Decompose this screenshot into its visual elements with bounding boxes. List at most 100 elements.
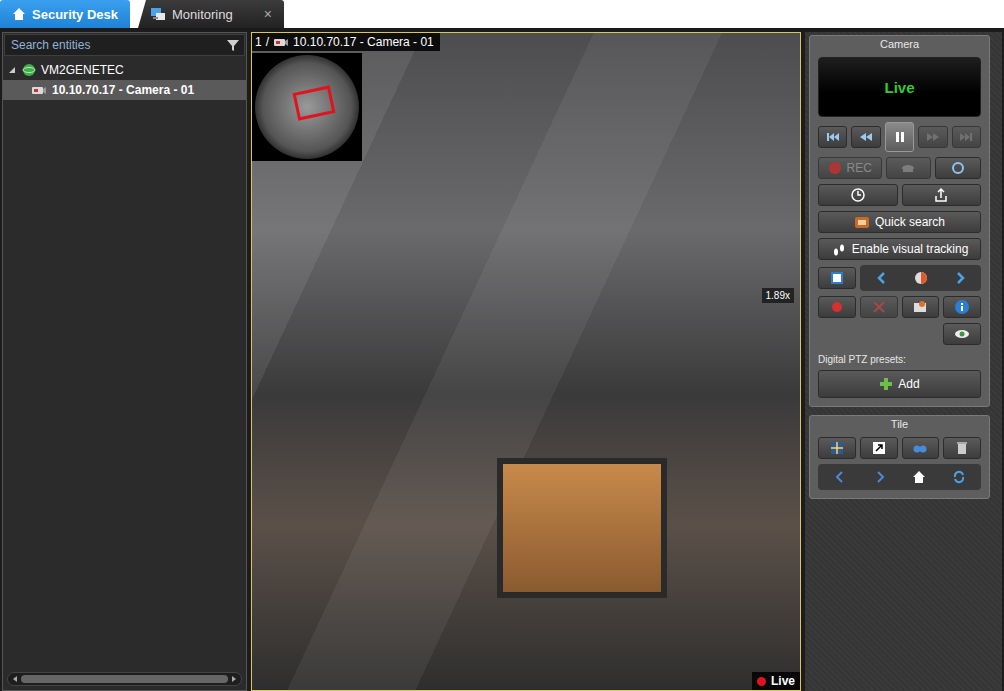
clear-button[interactable] (943, 437, 981, 459)
tree-label: 10.10.70.17 - Camera - 01 (52, 83, 194, 97)
tile-tools (818, 437, 981, 459)
start-button[interactable] (818, 126, 847, 148)
slow-motion-button (886, 157, 932, 179)
pattern-button[interactable] (818, 437, 856, 459)
turtle-icon (900, 162, 916, 174)
tree-item[interactable]: VM2GENETEC (3, 60, 246, 80)
controls-panel: CameraLiveRECQuick searchEnable visual t… (805, 32, 1002, 691)
eye-icon (954, 327, 970, 341)
forward-icon (873, 470, 887, 484)
presets-label: Digital PTZ presets: (818, 354, 981, 365)
footsteps-icon (831, 242, 847, 257)
next-button[interactable] (940, 267, 979, 289)
section-title: Camera (818, 38, 981, 52)
button-label: Add (898, 377, 919, 391)
tab[interactable]: Monitoring × (138, 0, 284, 28)
visual-tracking-button[interactable]: Enable visual tracking (818, 238, 981, 260)
alarm-icon (829, 299, 845, 315)
search-input[interactable] (9, 37, 226, 53)
tool-row (818, 296, 981, 318)
search-bar (4, 34, 245, 56)
filter-icon (226, 38, 240, 52)
rewind-button[interactable] (851, 126, 880, 148)
workspace: VM2GENETEC 10.10.70.17 - Camera - 01 1 / 10.… (0, 30, 1004, 691)
button-label: Quick search (875, 215, 945, 229)
camera-ball-icon (913, 270, 929, 286)
camera-icon (273, 36, 289, 49)
camera-navigation (860, 265, 981, 291)
zoom-region[interactable] (293, 85, 336, 120)
expand-icon (7, 65, 17, 75)
end-button (952, 126, 981, 148)
export-button[interactable] (902, 184, 982, 206)
privacy-button[interactable] (943, 323, 981, 345)
fisheye-overview[interactable] (252, 53, 362, 161)
tab-label: Monitoring (172, 7, 233, 22)
tab[interactable]: Security Desk (0, 0, 130, 28)
timeline-button[interactable] (818, 184, 898, 206)
loop-button[interactable] (935, 157, 981, 179)
pattern-icon (829, 440, 845, 456)
close-button[interactable]: × (254, 6, 272, 22)
monitor-icon (150, 6, 166, 22)
alarm-button[interactable] (818, 296, 856, 318)
button-label: Enable visual tracking (852, 242, 969, 256)
export-icon (933, 187, 949, 203)
privacy-row (818, 323, 981, 345)
forward-button (918, 126, 947, 148)
tree-item[interactable]: 10.10.70.17 - Camera - 01 (3, 80, 246, 100)
tile-section: Tile (809, 415, 990, 499)
pause-icon (892, 130, 908, 144)
live-badge: Live (752, 672, 800, 690)
back-icon (833, 470, 847, 484)
camera-sequence-button[interactable] (901, 267, 940, 289)
home-icon (12, 7, 26, 21)
tile-refresh-button[interactable] (939, 466, 979, 488)
stop-icon (830, 271, 844, 285)
info-icon (954, 299, 970, 315)
camera-icon (31, 84, 47, 97)
tile-number: 1 (255, 35, 262, 49)
scroll-thumb[interactable] (21, 675, 228, 683)
tree-label: VM2GENETEC (41, 63, 124, 77)
video-tile[interactable]: 1/10.10.70.17 - Camera - 011.89xLive (251, 32, 801, 691)
live-label: Live (771, 674, 795, 688)
tile-separator: / (266, 35, 269, 49)
add-preset-button[interactable]: Add (818, 370, 981, 398)
quick-search-icon (854, 215, 870, 230)
info-button[interactable] (943, 296, 981, 318)
camera-section: CameraLiveRECQuick searchEnable visual t… (809, 35, 990, 407)
rewind-icon (858, 130, 874, 144)
tab-bar: Security Desk Monitoring × (0, 0, 1004, 30)
record-button: REC (818, 157, 882, 179)
chevron-left-icon (875, 271, 889, 285)
record-row: REC (818, 157, 981, 179)
quick-search-button[interactable]: Quick search (818, 211, 981, 233)
tools-button (860, 296, 898, 318)
binoculars-icon (912, 440, 928, 456)
ptz-row (818, 265, 981, 291)
forward-icon (925, 130, 941, 144)
snapshot-button[interactable] (902, 296, 940, 318)
stop-button[interactable] (818, 267, 856, 289)
entity-tree: VM2GENETEC 10.10.70.17 - Camera - 01 (3, 57, 246, 100)
end-icon (958, 130, 974, 144)
refresh-icon (952, 470, 966, 484)
pause-button[interactable] (885, 122, 914, 152)
scroll-right-icon (231, 675, 238, 683)
loop-icon (950, 161, 966, 175)
tile-header: 1/10.10.70.17 - Camera - 01 (252, 33, 440, 51)
server-icon (22, 63, 36, 77)
previous-button[interactable] (862, 267, 901, 289)
unpack-icon (871, 440, 887, 456)
zoom-level: 1.89x (762, 288, 794, 303)
clear-icon (954, 440, 970, 456)
binoculars-button[interactable] (902, 437, 940, 459)
clock-icon (850, 187, 866, 203)
tile-home-button[interactable] (900, 466, 940, 488)
unpack-button[interactable] (860, 437, 898, 459)
tile-forward-button[interactable] (860, 466, 900, 488)
start-icon (825, 130, 841, 144)
horizontal-scrollbar[interactable] (7, 672, 242, 686)
tile-back-button[interactable] (820, 466, 860, 488)
